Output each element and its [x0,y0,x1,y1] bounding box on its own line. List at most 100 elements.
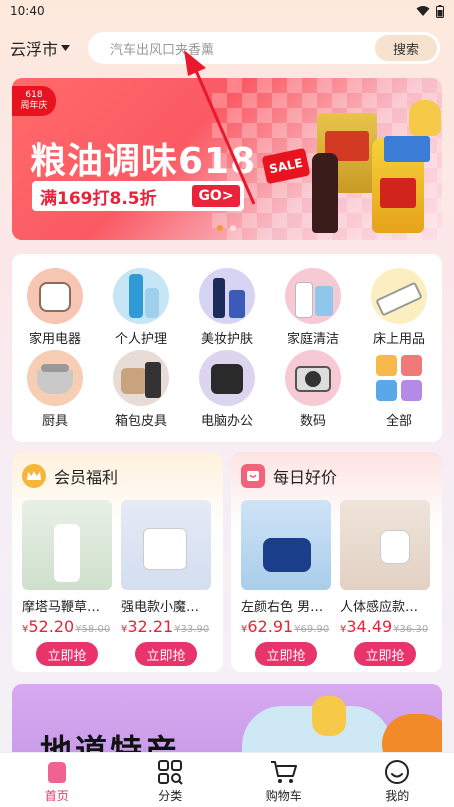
daily-deals-title: 每日好价 [273,468,338,487]
banner-promo-text: 满169打8.5折 [40,188,157,209]
mattress-icon [371,268,427,324]
product-image [22,500,112,590]
wifi-icon [416,6,430,16]
calendar-icon [241,464,265,488]
category-label: 个人护理 [114,332,167,347]
power-strip-icon [199,350,255,406]
category-label: 全部 [385,414,412,429]
product-price: 34.49 [346,617,393,636]
tab-home[interactable]: 首页 [0,753,114,807]
caret-down-icon [61,45,71,51]
badge-text: 618 周年庆 [20,90,48,111]
shampoo-icon [113,268,169,324]
buy-now-button[interactable]: 立即抢 [255,642,317,666]
product-image [340,500,430,590]
bottom-tab-bar: 首页 分类 购物车 我的 [0,752,454,807]
thumbs-up-icon [409,100,441,136]
product-name: 人体感应款… [340,600,419,615]
status-time: 10:40 [10,4,45,18]
carousel-dot [230,225,236,231]
category-label: 家用电器 [28,332,81,347]
category-panel: 家用电器 个人护理 美妆护肤 家庭清洁 床上用品 厨具 箱包皮具 电脑办公 数码… [12,254,442,442]
go-button[interactable]: GO> [192,185,240,207]
camera-icon [285,350,341,406]
category-item[interactable]: 美妆护肤 [187,268,267,354]
home-icon [47,762,66,783]
status-bar: 10:40 [0,0,454,22]
search-button[interactable]: 搜索 [375,35,437,61]
banner-promo[interactable]: 满169打8.5折 GO> [32,181,244,211]
category-label: 美妆护肤 [200,332,253,347]
product-name: 强电款小魔… [121,600,200,615]
category-label: 床上用品 [372,332,425,347]
category-label: 箱包皮具 [114,414,167,429]
product-box-image [384,136,430,162]
crown-icon [22,464,46,488]
tab-category[interactable]: 分类 [114,753,228,807]
banner-title: 粮油调味618 [30,141,257,182]
city-selector[interactable]: 云浮市 [10,36,88,60]
buy-now-button[interactable]: 立即抢 [36,642,98,666]
carousel-dots [217,225,236,231]
shopping-cart-icon [270,761,297,783]
member-welfare-header[interactable]: 会员福利 [22,464,118,488]
rice-cooker-icon [27,268,83,324]
category-item[interactable]: 电脑办公 [187,350,267,436]
product-image [241,500,331,590]
battery-icon [436,4,444,18]
tab-me[interactable]: 我的 [341,753,454,807]
product-image [121,500,211,590]
member-welfare-title: 会员福利 [54,468,119,487]
category-item[interactable]: 厨具 [15,350,95,436]
product-card[interactable]: 强电款小魔… ¥32.21¥33.90 立即抢 [121,500,213,666]
skincare-icon [199,268,255,324]
search-input[interactable]: 汽车出风口夹香薰 [110,39,214,58]
tab-label: 首页 [44,789,69,803]
product-old-price: ¥36.30 [393,624,429,635]
header: 云浮市 汽车出风口夹香薰 搜索 [0,28,454,68]
product-price: 52.20 [28,617,75,636]
product-name: 摩塔马鞭草… [22,600,101,615]
promo-banner[interactable]: 618 周年庆 粮油调味618 满169打8.5折 GO> SALE [12,78,442,240]
daily-deals-header[interactable]: 每日好价 [241,464,337,488]
category-item[interactable]: 家庭清洁 [273,268,353,354]
profile-face-icon [385,760,410,784]
pot-icon [27,350,83,406]
buy-now-button[interactable]: 立即抢 [354,642,416,666]
search-bar[interactable]: 汽车出风口夹香薰 搜索 [88,32,440,64]
buy-now-button[interactable]: 立即抢 [135,642,197,666]
product-price: 62.91 [247,617,294,636]
member-welfare-card: 会员福利 摩塔马鞭草… ¥52.20¥58.00 立即抢 强电款小魔… ¥32.… [12,452,223,672]
product-old-price: ¥58.00 [75,624,111,635]
banner-618-badge: 618 周年庆 [12,86,56,116]
product-card[interactable]: 人体感应款… ¥34.49¥36.30 立即抢 [340,500,432,666]
category-grid-icon [158,760,183,785]
category-item[interactable]: 全部 [359,350,439,436]
product-card[interactable]: 摩塔马鞭草… ¥52.20¥58.00 立即抢 [22,500,114,666]
product-old-price: ¥33.90 [174,624,210,635]
tab-label: 我的 [385,789,410,803]
all-categories-icon [376,355,422,401]
daily-deals-card: 每日好价 左颜右色 男… ¥62.91¥69.90 立即抢 人体感应款… ¥34… [231,452,442,672]
category-item[interactable]: 个人护理 [101,268,181,354]
product-name: 左颜右色 男… [241,600,324,615]
carousel-dot [217,225,223,231]
category-label: 厨具 [41,414,68,429]
city-label: 云浮市 [10,40,59,59]
category-item[interactable]: 箱包皮具 [101,350,181,436]
thumbs-up-icon [312,696,346,736]
category-label: 家庭清洁 [286,332,339,347]
tab-label: 分类 [158,789,183,803]
tab-cart[interactable]: 购物车 [227,753,341,807]
status-icons [416,4,444,18]
category-label: 数码 [299,414,326,429]
cleaning-icon [285,268,341,324]
category-item[interactable]: 数码 [273,350,353,436]
tab-label: 购物车 [265,789,302,803]
category-item[interactable]: 家用电器 [15,268,95,354]
category-item[interactable]: 床上用品 [359,268,439,354]
category-label: 电脑办公 [200,414,253,429]
product-old-price: ¥69.90 [294,624,330,635]
luggage-icon [113,350,169,406]
product-card[interactable]: 左颜右色 男… ¥62.91¥69.90 立即抢 [241,500,333,666]
